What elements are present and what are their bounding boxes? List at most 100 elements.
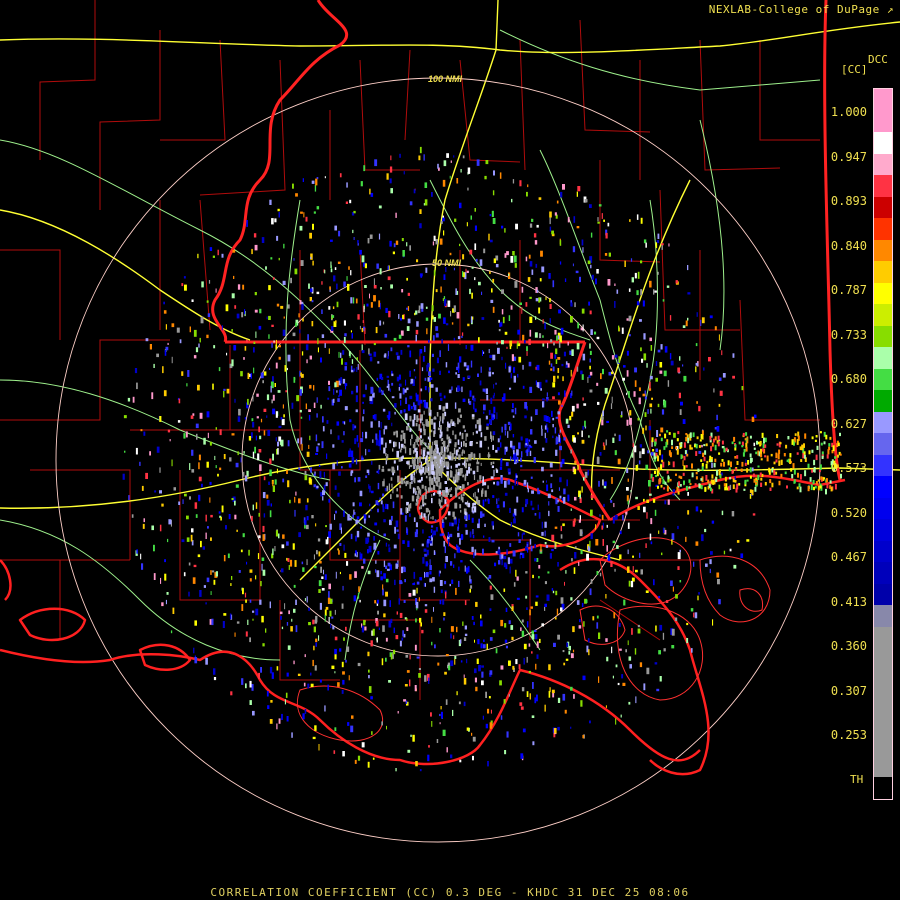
radar-return-cell (515, 223, 518, 230)
radar-return-cell (648, 388, 652, 391)
radar-return-cell (476, 658, 479, 664)
radar-return-cell (438, 313, 441, 319)
radar-return-cell (360, 181, 363, 187)
radar-return-cell (500, 477, 503, 484)
radar-return-cell (680, 442, 683, 445)
radar-return-cell (557, 562, 559, 567)
radar-return-cell (359, 325, 361, 330)
radar-return-cell (414, 448, 417, 453)
radar-return-cell (538, 297, 541, 303)
radar-return-cell (420, 428, 422, 433)
radar-return-cell (515, 475, 518, 478)
external-link-icon[interactable]: ↗ (880, 3, 894, 16)
radar-return-cell (245, 683, 247, 689)
radar-return-cell (555, 542, 557, 547)
radar-return-cell (442, 298, 444, 301)
radar-return-cell (687, 317, 689, 321)
radar-return-cell (410, 473, 413, 481)
radar-return-cell (677, 566, 680, 570)
radar-return-cell (675, 280, 678, 284)
radar-return-cell (440, 286, 442, 293)
radar-return-cell (485, 160, 489, 165)
radar-return-cell (590, 579, 593, 584)
radar-return-cell (357, 520, 360, 523)
radar-return-cell (477, 488, 479, 493)
radar-return-cell (439, 713, 441, 717)
radar-return-cell (250, 373, 252, 379)
radar-return-cell (416, 321, 419, 327)
radar-return-cell (753, 442, 756, 447)
radar-return-cell (492, 444, 494, 450)
radar-return-cell (627, 549, 629, 555)
radar-return-cell (372, 757, 375, 760)
radar-return-cell (145, 338, 149, 342)
radar-return-cell (473, 621, 475, 626)
radar-return-cell (786, 485, 788, 489)
radar-return-cell (587, 469, 589, 476)
radar-return-cell (578, 561, 580, 566)
radar-return-cell (588, 435, 590, 438)
radar-return-cell (215, 571, 218, 577)
radar-return-cell (464, 515, 467, 520)
radar-return-cell (368, 686, 372, 693)
radar-return-cell (695, 541, 699, 546)
radar-return-cell (652, 477, 655, 482)
radar-return-cell (454, 218, 457, 222)
radar-return-cell (604, 481, 607, 486)
radar-return-cell (619, 530, 622, 535)
radar-return-cell (421, 476, 423, 481)
radar-return-cell (419, 617, 422, 623)
radar-return-cell (333, 750, 336, 754)
radar-return-cell (475, 430, 478, 434)
radar-return-cell (741, 461, 744, 467)
radar-return-cell (437, 427, 441, 431)
radar-return-cell (558, 435, 560, 442)
radar-return-cell (578, 519, 581, 523)
radar-return-cell (717, 435, 720, 441)
radar-return-cell (582, 425, 584, 430)
radar-return-cell (636, 214, 639, 220)
radar-return-cell (470, 585, 473, 589)
radar-return-cell (478, 281, 481, 286)
radar-return-cell (446, 747, 448, 753)
radar-return-cell (549, 211, 552, 218)
radar-return-cell (819, 467, 822, 471)
radar-return-cell (804, 470, 807, 477)
radar-return-cell (291, 618, 293, 622)
radar-return-cell (256, 393, 259, 397)
radar-return-cell (709, 559, 712, 565)
radar-return-cell (330, 268, 333, 273)
radar-return-cell (234, 514, 237, 520)
radar-return-cell (606, 656, 609, 662)
radar-return-cell (463, 678, 467, 685)
radar-return-cell (217, 249, 219, 256)
radar-return-cell (370, 192, 374, 197)
radar-return-cell (516, 597, 520, 600)
radar-return-cell (276, 303, 280, 307)
radar-return-cell (421, 367, 424, 372)
radar-return-cell (415, 465, 418, 472)
radar-return-cell (612, 675, 614, 679)
radar-return-cell (424, 467, 428, 473)
radar-return-cell (611, 371, 613, 375)
radar-return-cell (355, 298, 358, 304)
radar-return-cell (491, 372, 494, 375)
radar-return-cell (560, 327, 564, 335)
radar-return-cell (687, 492, 689, 496)
radar-return-cell (331, 326, 334, 331)
radar-return-cell (403, 480, 406, 484)
radar-return-cell (341, 358, 343, 365)
radar-return-cell (673, 432, 676, 438)
radar-return-cell (528, 670, 531, 673)
radar-return-cell (534, 332, 538, 338)
radar-return-cell (688, 479, 691, 483)
radar-return-cell (436, 739, 439, 743)
scale-tick-label: 0.520 (830, 505, 867, 520)
radar-return-cell (331, 616, 334, 619)
radar-return-cell (215, 288, 217, 293)
radar-return-cell (643, 333, 646, 340)
radar-return-cell (352, 514, 354, 518)
radar-return-cell (287, 480, 290, 488)
radar-return-cell (380, 571, 382, 575)
radar-return-cell (598, 632, 601, 639)
